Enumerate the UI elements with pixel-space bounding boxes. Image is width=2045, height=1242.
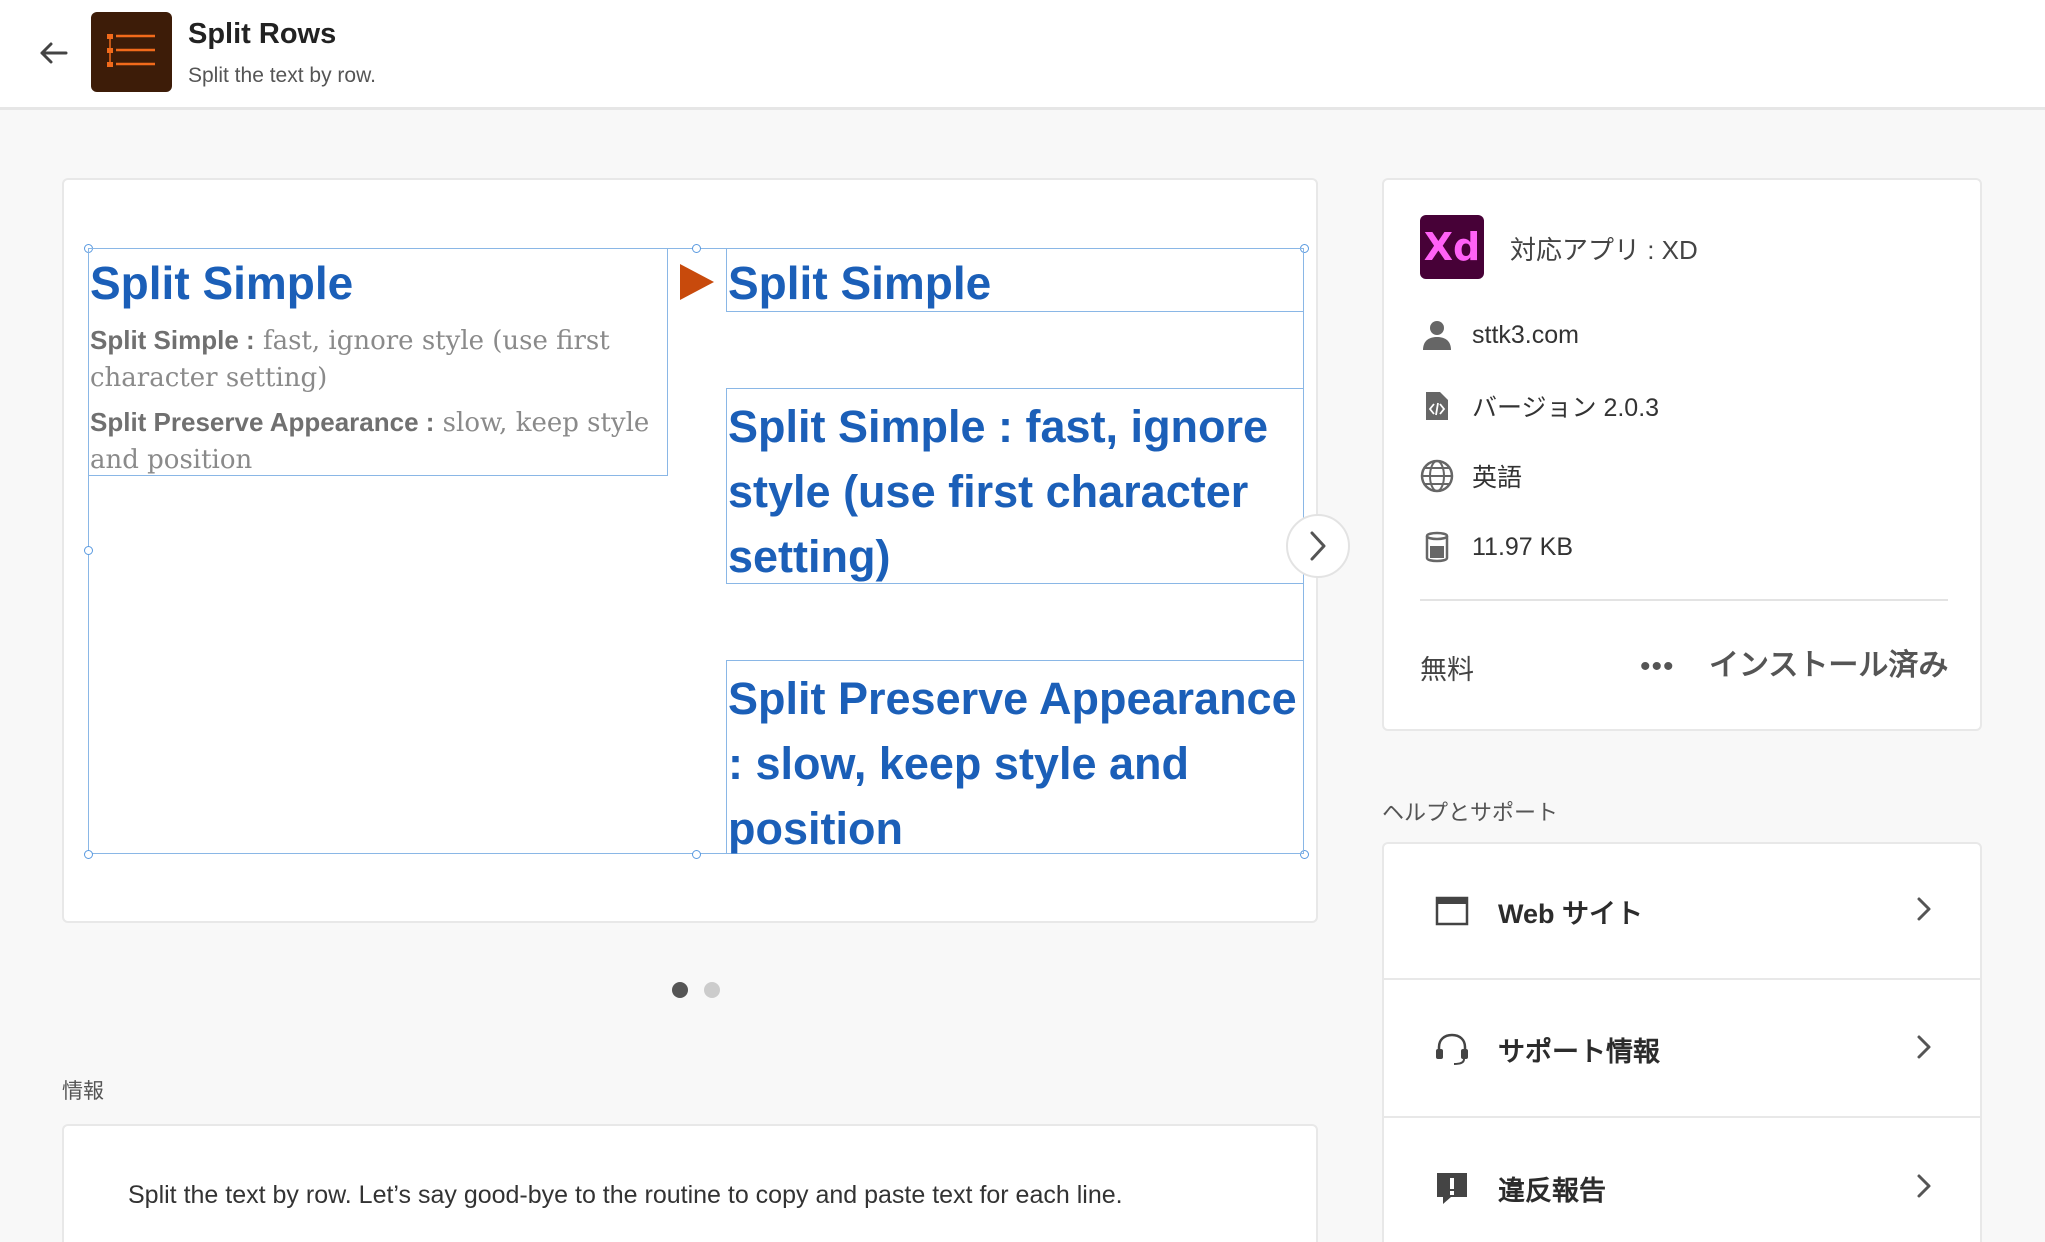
info-description: Split the text by row. Let’s say good-by… bbox=[128, 1181, 1123, 1209]
chevron-right-icon bbox=[1310, 531, 1326, 561]
plugin-meta-card: Xd 対応アプリ : XD sttk3.com バージョン 2.0.3 英語 1… bbox=[1382, 178, 1982, 731]
size-row: 11.97 KB bbox=[1420, 530, 1573, 564]
code-file-icon bbox=[1420, 389, 1454, 423]
help-item-website[interactable]: Web サイト bbox=[1384, 844, 1980, 980]
more-options-button[interactable]: ••• bbox=[1640, 650, 1675, 684]
help-section-label: ヘルプとサポート bbox=[1382, 800, 1559, 825]
top-header: Split Rows Split the text by row. bbox=[0, 0, 2045, 110]
carousel-pagination bbox=[672, 982, 720, 998]
preview-carousel: Split Simple Split Simple : fast, ignore… bbox=[62, 178, 1318, 923]
compatible-app: 対応アプリ : XD bbox=[1510, 235, 1698, 265]
language-row: 英語 bbox=[1420, 458, 1522, 494]
help-item-label: サポート情報 bbox=[1498, 1036, 1660, 1067]
xd-app-icon: Xd bbox=[1420, 215, 1484, 279]
plugin-subtitle: Split the text by row. bbox=[188, 64, 376, 87]
source-title: Split Simple bbox=[90, 257, 354, 309]
help-item-report[interactable]: 違反報告 bbox=[1384, 1120, 1980, 1242]
back-button[interactable] bbox=[36, 36, 70, 70]
resize-handle bbox=[84, 546, 93, 555]
author-link[interactable]: sttk3.com bbox=[1472, 321, 1579, 350]
help-item-label: 違反報告 bbox=[1498, 1175, 1606, 1206]
price: 無料 bbox=[1420, 655, 1474, 685]
installed-button[interactable]: インストール済み bbox=[1709, 640, 1948, 684]
source-desc-1: Split Simple : fast, ignore style (use f… bbox=[90, 325, 610, 393]
play-arrow-icon bbox=[680, 264, 714, 300]
arrow-left-icon bbox=[40, 42, 68, 64]
author-row: sttk3.com bbox=[1420, 318, 1579, 352]
help-item-support[interactable]: サポート情報 bbox=[1384, 982, 1980, 1118]
resize-handle bbox=[692, 850, 701, 859]
split-text-2: Split Simple : fast, ignore style (use f… bbox=[728, 401, 1269, 582]
version-row: バージョン 2.0.3 bbox=[1420, 388, 1659, 424]
info-section-label: 情報 bbox=[62, 1080, 104, 1103]
alert-flag-icon bbox=[1432, 1168, 1472, 1208]
file-size: 11.97 KB bbox=[1472, 532, 1574, 561]
source-desc-2: Split Preserve Appearance : slow, keep s… bbox=[90, 407, 650, 475]
plugin-title: Split Rows bbox=[188, 18, 337, 50]
info-card: Split the text by row. Let’s say good-by… bbox=[62, 1124, 1318, 1242]
carousel-dot-1[interactable] bbox=[672, 982, 688, 998]
resize-handle bbox=[692, 244, 701, 253]
chevron-right-icon bbox=[1916, 1173, 1932, 1204]
globe-icon bbox=[1420, 459, 1454, 493]
database-icon bbox=[1420, 530, 1454, 564]
headset-icon bbox=[1432, 1029, 1472, 1069]
carousel-next-button[interactable] bbox=[1286, 514, 1350, 578]
chevron-right-icon bbox=[1916, 1034, 1932, 1065]
divider bbox=[1420, 599, 1948, 601]
list-icon bbox=[107, 34, 155, 67]
plugin-logo bbox=[91, 12, 172, 92]
version-text: バージョン 2.0.3 bbox=[1472, 394, 1660, 422]
help-support-card: Web サイト サポート情報 違反報告 bbox=[1382, 842, 1982, 1242]
user-icon bbox=[1420, 318, 1454, 352]
carousel-dot-2[interactable] bbox=[704, 982, 720, 998]
help-item-label: Web サイト bbox=[1498, 898, 1644, 929]
language-text: 英語 bbox=[1472, 464, 1523, 492]
split-text-3: Split Preserve Appearance : slow, keep s… bbox=[728, 673, 1297, 854]
browser-window-icon bbox=[1432, 891, 1472, 931]
chevron-right-icon bbox=[1916, 896, 1932, 927]
resize-handle bbox=[84, 850, 93, 859]
split-text-1: Split Simple bbox=[728, 257, 992, 309]
